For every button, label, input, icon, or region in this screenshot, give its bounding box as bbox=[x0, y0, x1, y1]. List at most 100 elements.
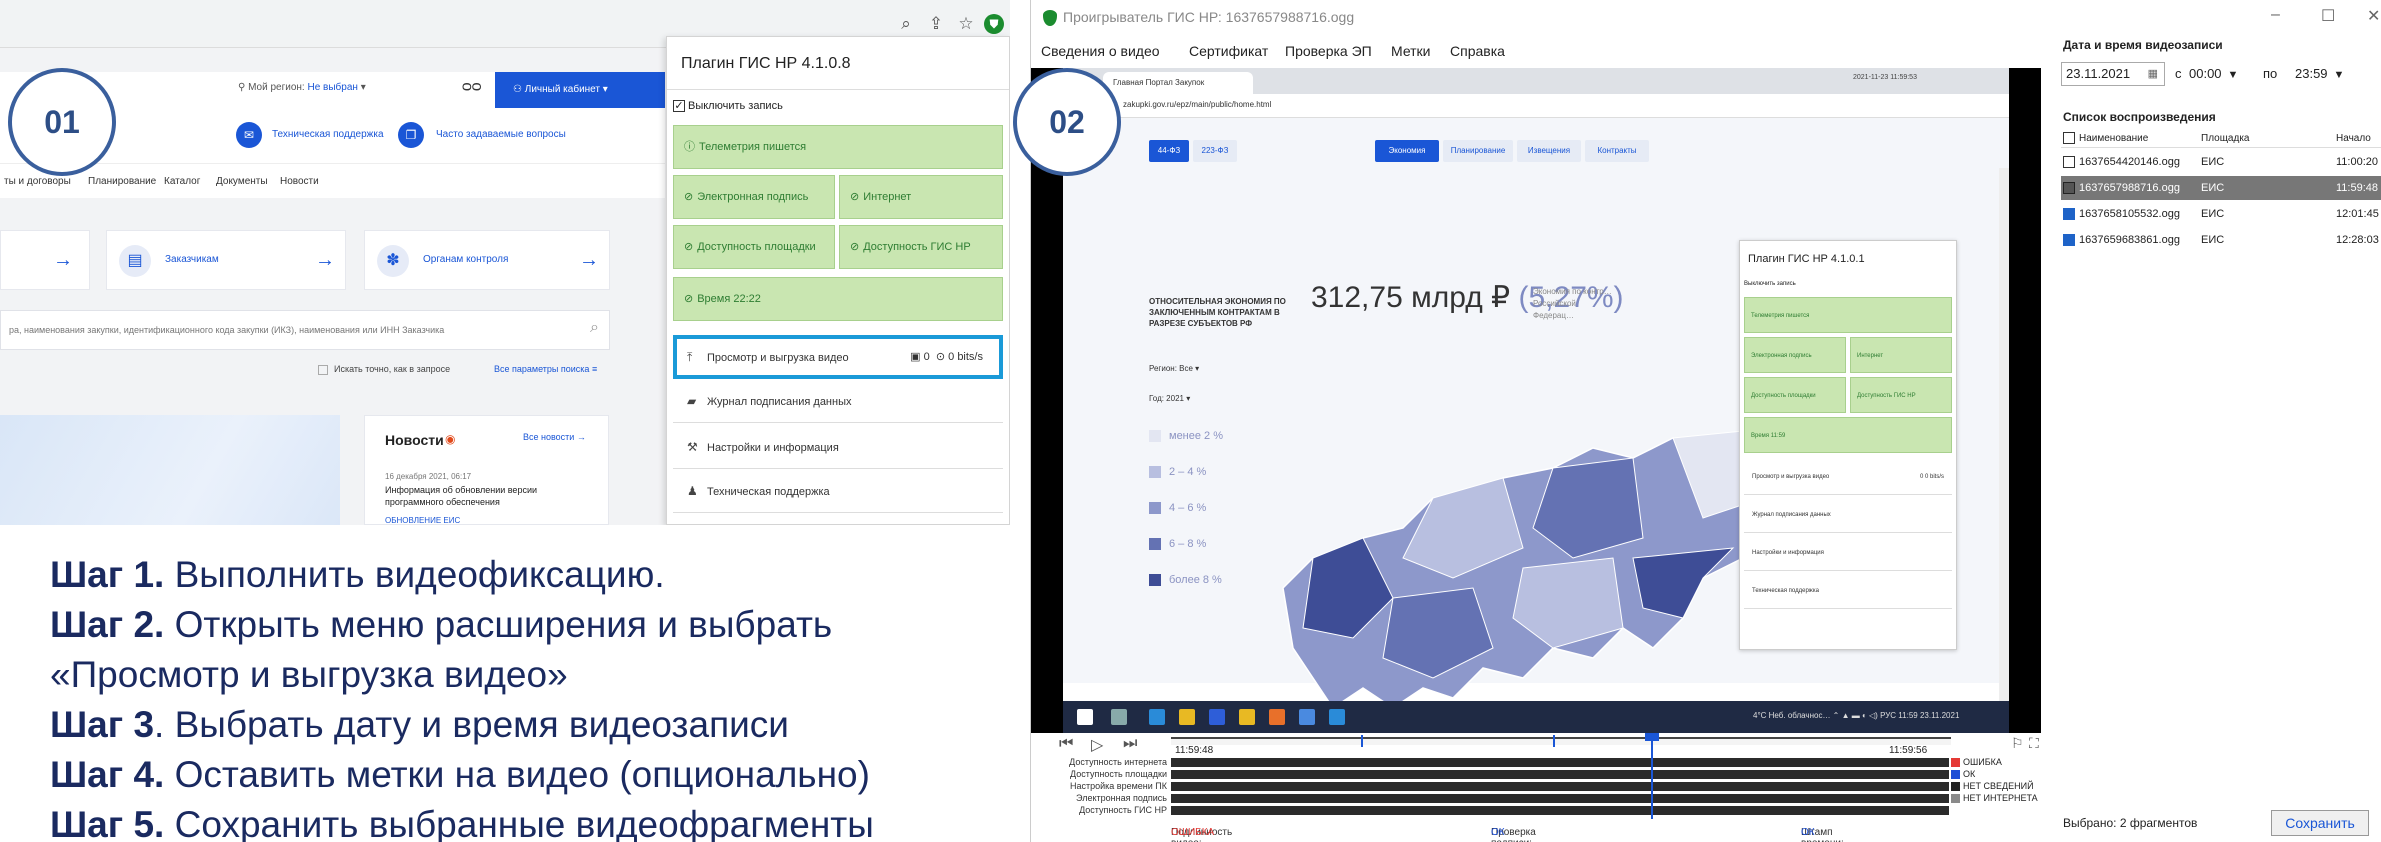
step-2-title: Шаг 2. bbox=[50, 604, 165, 645]
timeline-ruler[interactable] bbox=[1171, 735, 1951, 747]
playlist-row-current[interactable]: 1637657988716.ogg ЕИС 11:59:48 bbox=[2061, 176, 2381, 200]
timeline-row-bar bbox=[1171, 770, 1949, 779]
search-input[interactable]: ра, наименования закупки, идентификацион… bbox=[0, 310, 610, 350]
video-count: 0 bbox=[923, 351, 930, 363]
menu-support[interactable]: ♟ Техническая поддержка bbox=[673, 469, 1003, 513]
all-params-link[interactable]: Все параметры поиска ≡ bbox=[494, 364, 597, 374]
personal-cabinet-button[interactable]: ⚇ Личный кабинет ▾ bbox=[495, 72, 665, 108]
timeline-mark[interactable] bbox=[1553, 735, 1555, 747]
all-params-label: Все параметры поиска bbox=[494, 364, 590, 374]
video-area[interactable]: Главная Портал Закупок 2021-11-23 11:59:… bbox=[1031, 68, 2041, 733]
maximize-icon[interactable]: ☐ bbox=[2321, 6, 2335, 26]
checkbox-checked[interactable]: ✓ bbox=[673, 100, 685, 113]
row-start: 12:01:45 bbox=[2336, 208, 2379, 220]
signature-status: ⊘ Электронная подпись bbox=[673, 175, 835, 219]
menu-video-info[interactable]: Сведения о видео bbox=[1041, 43, 1160, 59]
timeline-mark[interactable] bbox=[1361, 735, 1363, 747]
plugin-shield-icon[interactable]: ⛊ bbox=[984, 14, 1004, 34]
share-icon[interactable]: ⇪ bbox=[926, 14, 946, 34]
col-name[interactable]: Наименование bbox=[2079, 133, 2148, 144]
step-1: Шаг 1. Выполнить видеофиксацию. bbox=[50, 550, 1010, 600]
row-checkbox[interactable] bbox=[2063, 182, 2075, 194]
close-icon[interactable]: ✕ bbox=[2367, 6, 2380, 26]
platform-label: Доступность площадки bbox=[697, 241, 816, 253]
faq-link[interactable]: Часто задаваемые вопросы bbox=[436, 129, 566, 140]
row-checkbox-checked[interactable] bbox=[2063, 234, 2075, 246]
plugin-title: Плагин ГИС НР 4.1.0.8 bbox=[681, 55, 851, 72]
fullscreen-icon[interactable]: ⛶ bbox=[2029, 735, 2039, 752]
nav-documents[interactable]: Документы bbox=[216, 176, 268, 187]
telemetry-status: ⓘ Телеметрия пишется bbox=[673, 125, 1003, 169]
playlist-row[interactable]: 1637659683861.ogg ЕИС 12:28:03 bbox=[2061, 228, 2381, 252]
exact-search-checkbox[interactable]: Искать точно, как в запросе bbox=[318, 364, 450, 375]
card-control-bodies[interactable]: ✽ Органам контроля → bbox=[364, 230, 610, 290]
menu-check-signature[interactable]: Проверка ЭП bbox=[1285, 43, 1372, 59]
menu-view-export-video[interactable]: ⤒ Просмотр и выгрузка видео ▣ 0 ⊙ 0 bits/… bbox=[673, 335, 1003, 379]
all-news-link[interactable]: Все новости → bbox=[523, 432, 586, 442]
row-checkbox[interactable] bbox=[2063, 156, 2075, 168]
col-start[interactable]: Начало bbox=[2336, 133, 2371, 144]
select-all-checkbox[interactable] bbox=[2063, 132, 2075, 144]
nav-news[interactable]: Новости bbox=[280, 176, 319, 187]
playhead[interactable] bbox=[1651, 737, 1653, 819]
region-label: Мой регион: bbox=[248, 82, 305, 93]
video-url: zakupki.gov.ru/epz/main/public/home.html bbox=[1123, 100, 1272, 109]
arrow-right-icon: → bbox=[315, 249, 335, 271]
disable-recording-checkbox[interactable]: ✓ Выключить запись bbox=[673, 100, 783, 113]
legend-label: более 8 % bbox=[1169, 574, 1222, 586]
menu-help[interactable]: Справка bbox=[1450, 43, 1505, 59]
video-browser-tab: Главная Портал Закупок bbox=[1103, 72, 1253, 94]
news-text[interactable]: Информация об обновлении версии программ… bbox=[385, 484, 595, 508]
video-popup-journal: Журнал подписания данных bbox=[1744, 497, 1952, 533]
chevron-down-icon: ▼ bbox=[2227, 69, 2239, 81]
card-suppliers[interactable]: → bbox=[0, 230, 90, 290]
date-field[interactable]: 23.11.2021 ▦ bbox=[2061, 62, 2165, 86]
economy-amount-value: 312,75 млрд ₽ bbox=[1311, 281, 1511, 314]
legend-label: 2 – 4 % bbox=[1169, 466, 1207, 478]
news-tag[interactable]: ОБНОВЛЕНИЕ ЕИС bbox=[385, 516, 460, 525]
archive-icon: ▣ bbox=[910, 351, 924, 363]
support-link[interactable]: Техническая поддержка bbox=[272, 129, 384, 140]
playlist-row[interactable]: 1637658105532.ogg ЕИС 12:01:45 bbox=[2061, 202, 2381, 226]
region-selector[interactable]: ⚲ Мой регион: Не выбран ▾ bbox=[238, 82, 366, 93]
step-5: Шаг 5. Сохранить выбранные видеофрагмент… bbox=[50, 800, 1010, 842]
time-from-select[interactable]: 00:00 ▼ bbox=[2185, 62, 2259, 86]
col-site[interactable]: Площадка bbox=[2201, 133, 2249, 144]
zoom-icon[interactable]: ⌕ bbox=[896, 14, 916, 34]
time-to-select[interactable]: 23:59 ▼ bbox=[2291, 62, 2361, 86]
timeline-row-label: Доступность интернета bbox=[1069, 757, 1167, 767]
minimize-icon[interactable]: – bbox=[2271, 6, 2280, 24]
nav-contracts[interactable]: ты и договоры bbox=[4, 176, 71, 187]
menu-marks[interactable]: Метки bbox=[1391, 43, 1431, 59]
search-icon[interactable]: ⌕ bbox=[590, 319, 599, 337]
video-popup-settings: Настройки и информация bbox=[1744, 535, 1952, 571]
bookmark-icon[interactable]: ⚐ bbox=[2011, 735, 2024, 752]
menu-signing-journal[interactable]: ▰ Журнал подписания данных bbox=[673, 379, 1003, 423]
calendar-icon[interactable]: ▦ bbox=[2148, 63, 2158, 85]
step-5-text: Сохранить выбранные видеофрагменты bbox=[164, 804, 874, 842]
tab-planning: Планирование bbox=[1443, 140, 1513, 162]
save-button[interactable]: Сохранить bbox=[2271, 810, 2369, 836]
region-value: Не выбран bbox=[307, 82, 358, 93]
menu-certificate[interactable]: Сертификат bbox=[1189, 43, 1268, 59]
left-screenshot: ⌕ ⇪ ☆ ⛊ ⚲ Мой регион: Не выбран ▾ ᴑᴑ ⚇ Л… bbox=[0, 0, 1010, 525]
row-name: 1637654420146.ogg bbox=[2079, 156, 2180, 168]
row-checkbox-checked[interactable] bbox=[2063, 208, 2075, 220]
rss-icon[interactable]: ◉ bbox=[445, 432, 455, 446]
nav-planning[interactable]: Планирование bbox=[88, 176, 156, 187]
menu-settings[interactable]: ⚒ Настройки и информация bbox=[673, 425, 1003, 469]
star-icon[interactable]: ☆ bbox=[956, 14, 976, 34]
checkbox-box[interactable] bbox=[318, 364, 328, 375]
play-icon[interactable]: ▷ bbox=[1091, 735, 1103, 755]
journal-label: Журнал подписания данных bbox=[707, 396, 852, 408]
accessibility-glasses-icon[interactable]: ᴑᴑ bbox=[462, 78, 481, 96]
skip-forward-icon[interactable]: ⏭ bbox=[1123, 735, 1137, 753]
nav-catalog[interactable]: Каталог bbox=[164, 176, 200, 187]
skip-back-icon[interactable]: ⏮ bbox=[1059, 735, 1073, 753]
playlist-title: Список воспроизведения bbox=[2063, 110, 2216, 124]
card-customers[interactable]: ▤ Заказчикам → bbox=[106, 230, 346, 290]
selected-count: Выбрано: 2 фрагментов bbox=[2063, 816, 2198, 830]
legend-swatch bbox=[1149, 574, 1161, 587]
playlist-row[interactable]: 1637654420146.ogg ЕИС 11:00:20 bbox=[2061, 150, 2381, 174]
telemetry-label: Телеметрия пишется bbox=[699, 141, 807, 153]
